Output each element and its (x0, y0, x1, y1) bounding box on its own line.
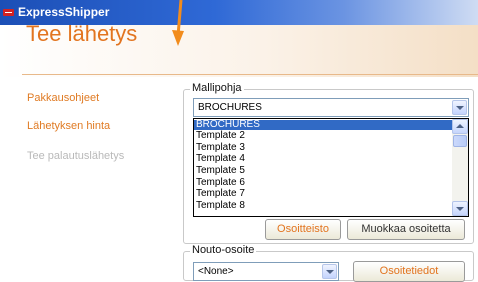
header-divider (22, 74, 478, 75)
chevron-down-icon (456, 106, 464, 110)
app-logo-icon (3, 9, 14, 16)
template-option[interactable]: Template 4 (194, 154, 452, 164)
pickup-selected-value: <None> (198, 266, 234, 277)
template-option[interactable]: Template 6 (194, 178, 452, 188)
chevron-down-icon (456, 207, 464, 211)
mouse-cursor-icon (172, 0, 184, 46)
address-details-button[interactable]: Osoitetiedot (353, 261, 465, 282)
app-title: ExpressShipper (18, 5, 110, 19)
address-book-button[interactable]: Osoitteisto (265, 219, 341, 240)
scroll-up-button[interactable] (452, 119, 468, 134)
pickup-legend: Nouto-osoite (190, 244, 257, 256)
template-option[interactable]: Template 5 (194, 166, 452, 176)
chevron-up-icon (456, 124, 464, 128)
page-title: Tee lähetys (26, 21, 138, 46)
pickup-dropdown-button[interactable] (322, 264, 337, 279)
sidebar-item-shipment-price[interactable]: Lähetyksen hinta (27, 120, 110, 132)
template-option[interactable]: Template 8 (194, 201, 452, 211)
template-option[interactable]: Template 2 (194, 131, 452, 141)
chevron-down-icon (326, 270, 334, 274)
sidebar-item-packing-instructions[interactable]: Pakkausohjeet (27, 92, 99, 104)
pickup-address-select[interactable]: <None> (193, 262, 339, 281)
dropdown-scrollbar[interactable] (452, 119, 468, 216)
template-legend: Mallipohja (190, 82, 244, 94)
template-option[interactable]: BROCHURES (194, 120, 452, 130)
sidebar-item-return-shipment[interactable]: Tee palautuslähetys (27, 150, 124, 162)
template-dropdown-button[interactable] (452, 100, 467, 115)
edit-address-button[interactable]: Muokkaa osoitetta (347, 219, 465, 240)
template-selected-value: BROCHURES (198, 102, 262, 113)
template-option[interactable]: Template 7 (194, 189, 452, 199)
scroll-down-button[interactable] (452, 201, 468, 216)
template-select[interactable]: BROCHURES (193, 98, 469, 117)
template-option[interactable]: Template 3 (194, 143, 452, 153)
template-dropdown-list[interactable]: BROCHURES Template 2 Template 3 Template… (193, 118, 469, 217)
scroll-thumb[interactable] (453, 135, 467, 147)
